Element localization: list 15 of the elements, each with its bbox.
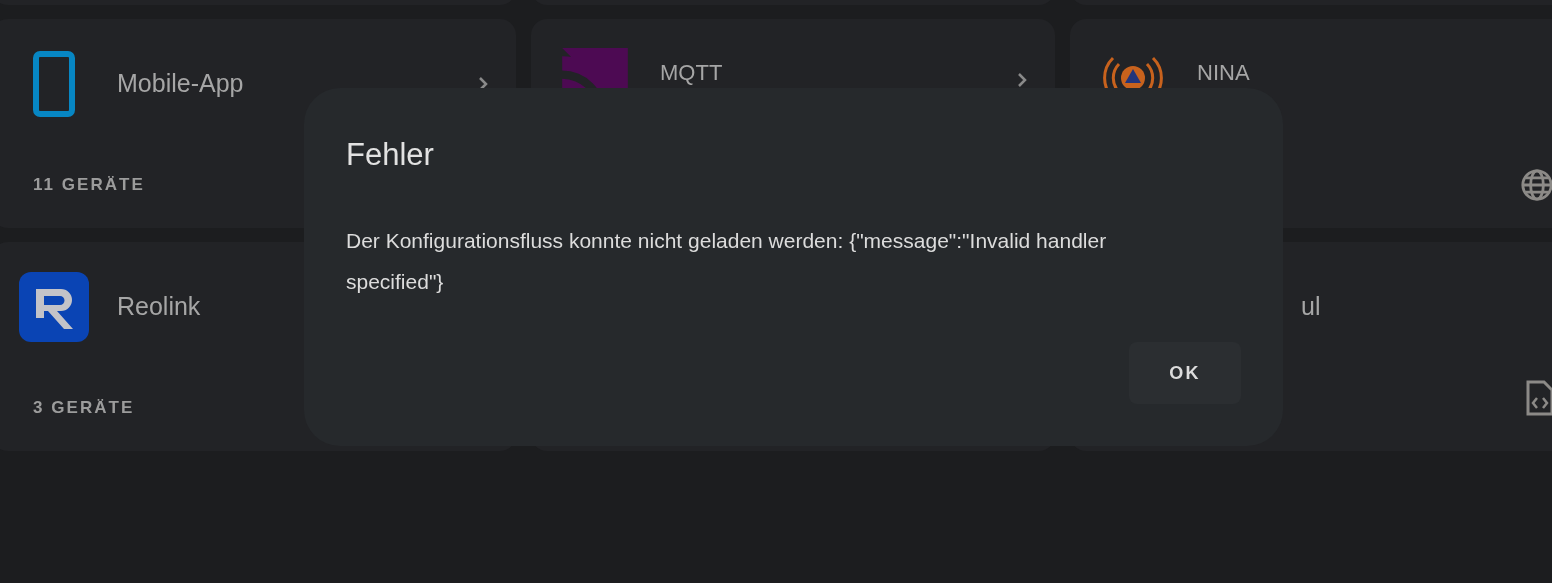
phone-icon (33, 51, 75, 117)
device-count[interactable]: 3 GERÄTE (33, 395, 135, 421)
dialog-message: Der Konfigurationsfluss konnte nicht geladen werden: {"message":"Invalid handler specified"} (346, 228, 1108, 295)
chevron-right-icon[interactable] (1017, 72, 1027, 88)
letter-logo-icon (19, 272, 89, 342)
ok-button[interactable]: OK (1129, 342, 1241, 404)
integration-name: Mobile-App (117, 68, 244, 100)
integration-name: NINA (1197, 61, 1250, 85)
globe-icon[interactable] (1520, 168, 1552, 202)
code-file-icon[interactable] (1526, 380, 1552, 416)
integration-name: Reolink (117, 291, 201, 323)
integration-name: ul (1301, 291, 1321, 323)
dialog-title: Fehler (346, 136, 435, 174)
integration-name: MQTT (660, 61, 723, 85)
device-count[interactable]: 11 GERÄTE (33, 172, 145, 198)
